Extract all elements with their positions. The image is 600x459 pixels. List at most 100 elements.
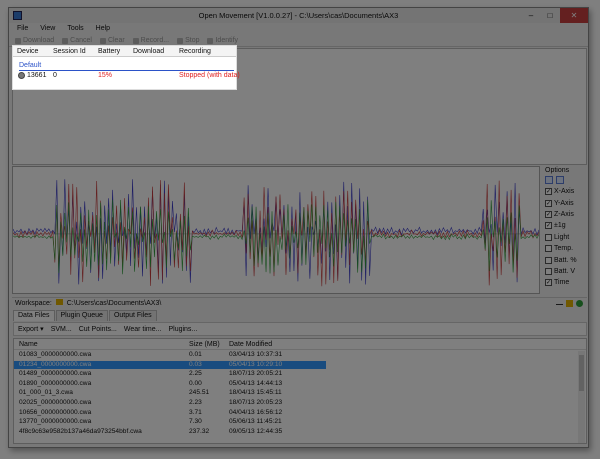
file-name: 13770_0000000000.cwa bbox=[19, 418, 92, 426]
option-label: ±1g bbox=[554, 222, 566, 230]
file-date: 18/07/13 20:05:21 bbox=[229, 370, 283, 378]
file-name: 01_000_01_3.cwa bbox=[19, 389, 73, 397]
file-list: Name Size (MB) Date Modified 01083_00000… bbox=[13, 338, 587, 444]
option-1[interactable]: ✓ Y-Axis bbox=[542, 197, 587, 208]
option-label: Batt. % bbox=[554, 256, 577, 264]
zoom-icon[interactable] bbox=[545, 176, 553, 184]
checkbox-icon[interactable]: ✓ bbox=[545, 188, 552, 196]
device-battery: 15% bbox=[98, 72, 113, 79]
checkbox-icon[interactable]: ✓ bbox=[545, 210, 552, 218]
file-name: 01083_0000000000.cwa bbox=[19, 351, 92, 358]
window-title: Open Movement [V1.0.0.27] - C:\Users\cas… bbox=[198, 11, 399, 20]
file-size: 2.23 bbox=[189, 399, 202, 406]
wear-time-button[interactable]: Wear time... bbox=[124, 323, 162, 335]
minimize-panel-icon[interactable] bbox=[556, 300, 563, 305]
option-label: X-Axis bbox=[554, 188, 575, 196]
option-4[interactable]: Light bbox=[542, 232, 587, 243]
file-name: 01890_0000000000.cwa bbox=[19, 379, 92, 387]
device-status-icon bbox=[18, 72, 25, 79]
app-icon bbox=[13, 11, 22, 20]
workspace-bar: Workspace: C:\Users\cas\Documents\AX3\ bbox=[12, 297, 587, 309]
graph-traces bbox=[13, 179, 539, 287]
file-date: 03/04/13 10:37:31 bbox=[229, 351, 283, 358]
file-name: 02025_0000000000.cwa bbox=[19, 399, 92, 406]
menu-help[interactable]: Help bbox=[96, 23, 110, 34]
scrollbar-thumb[interactable] bbox=[579, 355, 584, 391]
file-row[interactable]: 01890_0000000000.cwa 0.00 05/04/13 14:44:1… bbox=[14, 380, 326, 388]
file-row[interactable]: 02025_0000000000.cwa 2.23 18/07/13 20:05:2… bbox=[14, 399, 326, 407]
col-session[interactable]: Session Id bbox=[53, 46, 86, 57]
data-graph[interactable] bbox=[12, 166, 540, 294]
file-date: 18/07/13 20:05:23 bbox=[229, 399, 283, 406]
option-label: Temp. bbox=[554, 245, 574, 253]
download-icon bbox=[15, 37, 21, 44]
option-label: Z-Axis bbox=[554, 210, 574, 218]
checkbox-icon[interactable] bbox=[545, 267, 552, 275]
option-0[interactable]: ✓ X-Axis bbox=[542, 186, 587, 197]
file-date: 05/04/13 10:29:10 bbox=[229, 360, 283, 368]
option-label: Time bbox=[554, 279, 570, 287]
file-size: 245.51 bbox=[189, 389, 210, 397]
file-row[interactable]: 01_000_01_3.cwa 245.51 18/04/13 15:45:11 bbox=[14, 389, 326, 397]
file-row[interactable]: 10656_0000000000.cwa 3.71 04/04/13 16:56:1… bbox=[14, 409, 326, 417]
file-size: 0.01 bbox=[189, 351, 202, 358]
checkbox-icon[interactable]: ✓ bbox=[545, 222, 552, 230]
col-battery[interactable]: Battery bbox=[98, 46, 120, 57]
identify-icon bbox=[207, 37, 214, 44]
menu-view[interactable]: View bbox=[40, 23, 55, 34]
device-id: 13661 bbox=[27, 72, 47, 79]
option-7[interactable]: Batt. V bbox=[542, 266, 587, 277]
option-6[interactable]: Batt. % bbox=[542, 254, 587, 265]
option-5[interactable]: Temp. bbox=[542, 243, 587, 254]
menu-file[interactable]: File bbox=[17, 23, 28, 34]
close-icon[interactable]: ✕ bbox=[560, 8, 588, 23]
device-list-header: Device Session Id Battery Download Recor… bbox=[13, 46, 236, 57]
option-3[interactable]: ✓ ±1g bbox=[542, 220, 587, 231]
plugins-button[interactable]: Plugins... bbox=[168, 323, 197, 335]
options-panel: Options ✓ X-Axis ✓ Y-Axis ✓ Z-Axis ✓ ±1g Light Te… bbox=[542, 166, 587, 294]
tab-output-files[interactable]: Output Files bbox=[108, 310, 157, 321]
svm-button[interactable]: SVM... bbox=[51, 323, 72, 335]
file-list-scrollbar[interactable] bbox=[578, 351, 585, 443]
refresh-icon[interactable] bbox=[576, 300, 583, 307]
menu-bar: File View Tools Help bbox=[9, 23, 588, 34]
option-label: Light bbox=[554, 233, 570, 241]
file-size: 237.32 bbox=[189, 427, 210, 435]
file-row[interactable]: 01489_0000000000.cwa 2.25 18/07/13 20:05:2… bbox=[14, 370, 326, 378]
checkbox-icon[interactable] bbox=[545, 256, 552, 264]
col-date[interactable]: Date Modified bbox=[229, 339, 272, 350]
option-list: ✓ X-Axis ✓ Y-Axis ✓ Z-Axis ✓ ±1g Light Temp. Batt.… bbox=[542, 186, 587, 289]
checkbox-icon[interactable] bbox=[545, 245, 552, 253]
fit-icon[interactable] bbox=[556, 176, 564, 184]
checkbox-icon[interactable]: ✓ bbox=[545, 279, 552, 287]
highlighted-device-panel: Device Session Id Battery Download Recor… bbox=[12, 45, 240, 90]
device-group-default[interactable]: Default bbox=[19, 62, 234, 71]
tab-plugin-queue[interactable]: Plugin Queue bbox=[55, 310, 108, 321]
checkbox-icon[interactable]: ✓ bbox=[545, 199, 552, 207]
file-date: 09/05/13 12:44:35 bbox=[229, 427, 283, 435]
option-8[interactable]: ✓ Time bbox=[542, 277, 587, 288]
folder-icon bbox=[55, 299, 63, 305]
tab-data-files[interactable]: Data Files bbox=[13, 310, 55, 321]
export-button[interactable]: Export ▾ bbox=[18, 323, 44, 335]
stop-icon bbox=[177, 37, 184, 44]
col-device[interactable]: Device bbox=[17, 46, 38, 57]
workspace-label: Workspace: bbox=[15, 300, 52, 307]
open-folder-icon[interactable] bbox=[566, 300, 573, 307]
file-row[interactable]: 4f8c9c63e9582b137a46da973254bbf.cwa 237.3… bbox=[14, 428, 326, 436]
maximize-icon[interactable]: □ bbox=[541, 8, 559, 23]
file-row[interactable]: 01083_0000000000.cwa 0.01 03/04/13 10:37:3… bbox=[14, 351, 326, 359]
file-tabs: Data Files Plugin Queue Output Files bbox=[13, 310, 158, 321]
checkbox-icon[interactable] bbox=[545, 233, 552, 241]
minimize-icon[interactable]: – bbox=[522, 8, 540, 23]
col-download[interactable]: Download bbox=[133, 46, 164, 57]
col-size[interactable]: Size (MB) bbox=[189, 339, 220, 350]
cut-points-button[interactable]: Cut Points... bbox=[79, 323, 117, 335]
file-row[interactable]: 13770_0000000000.cwa 7.30 05/06/13 11:45:2… bbox=[14, 418, 326, 426]
option-2[interactable]: ✓ Z-Axis bbox=[542, 209, 587, 220]
col-recording[interactable]: Recording bbox=[179, 46, 211, 57]
file-row[interactable]: 01234_0000000000.cwa 0.03 05/04/13 10:29:1… bbox=[14, 360, 326, 369]
menu-tools[interactable]: Tools bbox=[67, 23, 83, 34]
device-row[interactable]: 13661 0 15% Stopped (with data) bbox=[13, 71, 243, 81]
col-name[interactable]: Name bbox=[19, 339, 38, 350]
